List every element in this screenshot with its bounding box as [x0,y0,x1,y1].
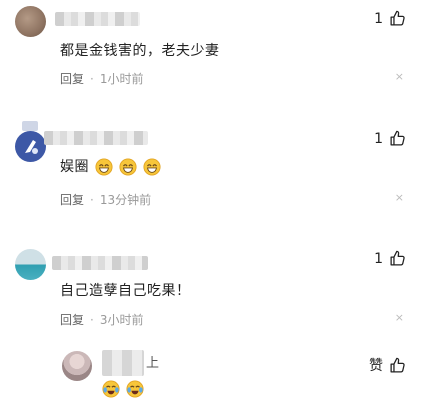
avatar[interactable] [15,249,46,280]
timestamp: 1小时前 [99,72,144,86]
comment-text: 自己造孽自己吃果！ [60,283,191,299]
username[interactable] [52,256,148,270]
tears-of-joy-emoji [102,379,120,398]
comment-text: 娱圈 [60,156,161,176]
comment-meta: 回复 · 1小时前 [60,70,143,87]
like-count: 1 [374,250,383,267]
close-icon[interactable]: × [395,191,404,204]
avatar[interactable] [15,6,46,37]
grinning-face-emoji [119,158,137,176]
close-icon[interactable]: × [395,70,404,83]
timestamp: 3小时前 [99,313,144,327]
tears-of-joy-emoji [126,379,144,398]
thumbs-up-icon [390,130,405,146]
grinning-face-emoji [95,158,113,176]
like-button[interactable]: 1 [374,250,406,267]
reply-button[interactable]: 回复 [60,70,84,87]
comment-body: 娱圈 [60,159,89,175]
username[interactable] [44,131,148,145]
separator-dot: · [90,71,94,86]
comment-text: 都是金钱害的，老夫少妻 [60,43,220,59]
reply-button[interactable]: 回复 [60,311,84,328]
avatar[interactable] [62,351,92,381]
reply-button[interactable]: 回复 [60,191,84,208]
separator-dot: · [90,192,94,207]
like-count: 1 [374,130,383,147]
like-button[interactable]: 赞 [369,355,406,375]
avatar-figure-icon [25,140,38,154]
grinning-face-emoji [143,158,161,176]
like-button[interactable]: 1 [374,10,406,27]
timestamp: 13分钟前 [99,193,152,207]
username[interactable] [55,12,140,26]
like-button[interactable]: 1 [374,130,406,147]
reply-username-suffix: 上 [146,356,160,371]
thumbs-up-icon [390,250,405,266]
username[interactable] [22,121,38,131]
username[interactable] [102,350,144,376]
avatar[interactable] [15,131,46,162]
comment-meta: 回复 · 13分钟前 [60,191,151,208]
separator-dot: · [90,312,94,327]
thumbs-up-icon [390,357,405,373]
like-label: 赞 [369,358,383,374]
like-count: 1 [374,10,383,27]
reply-emoji-row [101,378,144,398]
thumbs-up-icon [390,10,405,26]
comment-meta: 回复 · 3小时前 [60,311,143,328]
close-icon[interactable]: × [395,311,404,324]
